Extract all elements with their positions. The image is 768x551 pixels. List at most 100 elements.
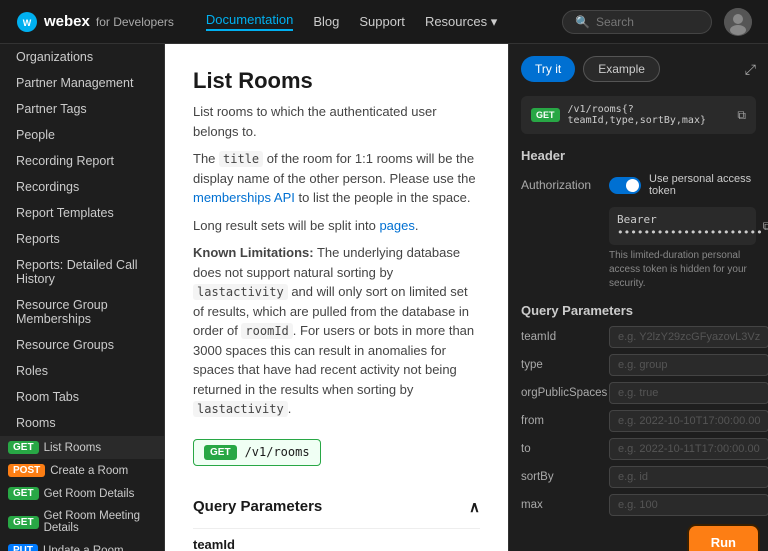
sidebar-item-recording-report[interactable]: Recording Report	[0, 148, 164, 174]
qp-orgPublicSpaces-input[interactable]	[609, 382, 768, 404]
get-badge-room-meeting: GET	[8, 516, 39, 529]
qp-max-row: max	[521, 494, 756, 516]
sidebar-api-list-rooms-label: List Rooms	[44, 442, 102, 454]
sidebar-item-organizations[interactable]: Organizations	[0, 44, 164, 70]
nav-link-documentation[interactable]: Documentation	[206, 12, 293, 31]
right-panel: Try it Example ⤢ GET /v1/rooms{?teamId,t…	[508, 44, 768, 551]
content-area: List Rooms List rooms to which the authe…	[165, 44, 508, 551]
sidebar-item-resource-group-memberships[interactable]: Resource Group Memberships	[0, 292, 164, 332]
sidebar-item-reports-detailed[interactable]: Reports: Detailed Call History	[0, 252, 164, 292]
get-method-badge: GET	[204, 445, 237, 460]
qp-max-input[interactable]	[609, 494, 768, 516]
logo-webex-text: webex	[44, 13, 90, 30]
run-button[interactable]: Run	[691, 528, 756, 551]
auth-row: Authorization Use personal access token	[521, 173, 756, 197]
sidebar-item-roles[interactable]: Roles	[0, 358, 164, 384]
api-get-badge: GET	[531, 108, 560, 122]
qp-to-row: to	[521, 438, 756, 460]
post-badge-create-room: POST	[8, 464, 45, 477]
qp-teamId-label: teamId	[521, 331, 601, 343]
sidebar-item-room-tabs[interactable]: Room Tabs	[0, 384, 164, 410]
nav-link-support[interactable]: Support	[359, 14, 405, 29]
nav-link-resources[interactable]: Resources ▾	[425, 14, 497, 30]
get-badge-list-rooms: GET	[8, 441, 39, 454]
search-bar[interactable]: 🔍 Search	[562, 10, 712, 34]
header-section-title: Header	[521, 148, 756, 163]
search-placeholder: Search	[596, 15, 634, 29]
get-badge-room-details: GET	[8, 487, 39, 500]
sidebar-api-create-room-label: Create a Room	[50, 465, 128, 477]
hidden-note: This limited-duration personal access to…	[609, 249, 756, 291]
sidebar-item-rooms[interactable]: Rooms	[0, 410, 164, 436]
content-desc1: List rooms to which the authenticated us…	[193, 102, 480, 141]
qp-teamId-row: teamId	[521, 326, 756, 348]
nav-link-blog[interactable]: Blog	[313, 14, 339, 29]
sidebar-api-create-room[interactable]: POST Create a Room	[0, 459, 164, 482]
collapse-icon[interactable]: ∧	[469, 498, 480, 516]
toggle-label: Use personal access token	[649, 173, 756, 197]
api-url: /v1/rooms{?teamId,type,sortBy,max}	[568, 104, 730, 126]
sidebar-api-list-rooms[interactable]: GET List Rooms	[0, 436, 164, 459]
try-it-button[interactable]: Try it	[521, 56, 575, 82]
sidebar-api-get-room-details[interactable]: GET Get Room Details	[0, 482, 164, 505]
qp-from-row: from	[521, 410, 756, 432]
nav-right: 🔍 Search	[562, 8, 752, 36]
sidebar-api-update-room-label: Update a Room	[43, 545, 124, 551]
qp-max-label: max	[521, 499, 601, 511]
sidebar-api-get-room-meeting[interactable]: GET Get Room Meeting Details	[0, 505, 164, 539]
content-desc2: The title of the room for 1:1 rooms will…	[193, 149, 480, 208]
api-endpoint-bar: GET /v1/rooms{?teamId,type,sortBy,max} ⧉	[521, 96, 756, 134]
content-known-limitations: Known Limitations: The underlying databa…	[193, 243, 480, 419]
qp-sortBy-label: sortBy	[521, 471, 601, 483]
auth-toggle[interactable]	[609, 177, 641, 194]
qp-orgPublicSpaces-label: orgPublicSpaces	[521, 387, 601, 399]
get-endpoint: GET /v1/rooms	[193, 439, 321, 466]
pages-link[interactable]: pages	[379, 218, 414, 233]
qp-from-input[interactable]	[609, 410, 768, 432]
qp-section-title: Query Parameters	[521, 303, 756, 318]
avatar[interactable]	[724, 8, 752, 36]
sidebar-api-get-room-meeting-label: Get Room Meeting Details	[44, 510, 156, 534]
main-layout: Organizations Partner Management Partner…	[0, 44, 768, 551]
example-button[interactable]: Example	[583, 56, 660, 82]
top-nav: W webex for Developers Documentation Blo…	[0, 0, 768, 44]
qp-type-label: type	[521, 359, 601, 371]
put-badge-update-room: PUT	[8, 544, 38, 551]
toggle-knob	[626, 179, 639, 192]
bearer-copy-icon[interactable]: ⧉	[763, 219, 768, 234]
bearer-label: Bearer ••••••••••••••••••••••	[617, 213, 763, 239]
svg-text:W: W	[23, 18, 32, 28]
qp-sortBy-input[interactable]	[609, 466, 768, 488]
query-params-section-title: Query Parameters ∧	[193, 498, 480, 516]
sidebar-item-partner-tags[interactable]: Partner Tags	[0, 96, 164, 122]
get-url: /v1/rooms	[245, 445, 310, 459]
qp-type-row: type	[521, 354, 756, 376]
sidebar-api-get-room-details-label: Get Room Details	[44, 488, 135, 500]
sidebar: Organizations Partner Management Partner…	[0, 44, 165, 551]
sidebar-item-report-templates[interactable]: Report Templates	[0, 200, 164, 226]
page-title: List Rooms	[193, 68, 480, 94]
nav-links: Documentation Blog Support Resources ▾	[206, 12, 497, 31]
qp-sortBy-row: sortBy	[521, 466, 756, 488]
sidebar-item-partner-management[interactable]: Partner Management	[0, 70, 164, 96]
copy-icon[interactable]: ⧉	[737, 108, 746, 123]
sidebar-item-recordings[interactable]: Recordings	[0, 174, 164, 200]
memberships-link[interactable]: memberships API	[193, 190, 295, 205]
webex-logo-icon: W	[16, 11, 38, 33]
qp-orgPublicSpaces-row: orgPublicSpaces	[521, 382, 756, 404]
qp-from-label: from	[521, 415, 601, 427]
qp-teamId-input[interactable]	[609, 326, 768, 348]
qp-type-input[interactable]	[609, 354, 768, 376]
logo: W webex for Developers	[16, 11, 174, 33]
qp-to-input[interactable]	[609, 438, 768, 460]
qp-to-label: to	[521, 443, 601, 455]
sidebar-item-people[interactable]: People	[0, 122, 164, 148]
sidebar-api-update-room[interactable]: PUT Update a Room	[0, 539, 164, 551]
auth-label: Authorization	[521, 178, 601, 192]
sidebar-item-reports[interactable]: Reports	[0, 226, 164, 252]
logo-for-devs-text: for Developers	[96, 15, 174, 29]
try-example-bar: Try it Example ⤢	[521, 56, 756, 82]
sidebar-item-resource-groups[interactable]: Resource Groups	[0, 332, 164, 358]
param-teamId: teamId string List rooms associated with…	[193, 537, 480, 551]
expand-icon[interactable]: ⤢	[745, 61, 756, 78]
